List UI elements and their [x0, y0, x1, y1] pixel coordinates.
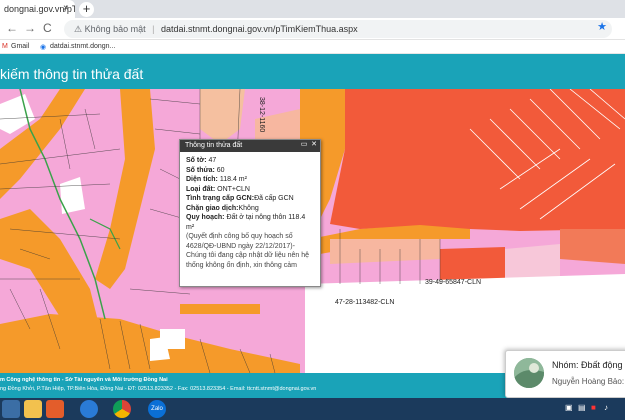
tray-icon[interactable]: ▣ — [565, 403, 573, 412]
parcel-label: 39-49-65847-CLN — [425, 279, 482, 286]
ie-icon[interactable] — [80, 400, 98, 418]
warning-icon: ⚠ — [74, 24, 83, 34]
info-row: Tình trạng cấp GCN:Đã cấp GCN — [186, 195, 294, 202]
address-bar: ← → C ⚠ Không bảo mật | datdai.stnmt.don… — [0, 18, 625, 40]
planning-note: (Quyết định công bố quy hoạch số 4628/QĐ… — [186, 233, 310, 269]
close-icon[interactable]: ✕ — [310, 141, 318, 149]
notification-sender: Nguyễn Hoàng Bảo: — [552, 377, 625, 386]
zalo-icon[interactable]: Zalo — [148, 400, 166, 418]
volume-icon[interactable]: ♪ — [604, 403, 608, 412]
notification-title: Nhóm: Ðbất động — [552, 360, 623, 370]
info-row: Quy hoạch: Đất ở tại nông thôn 118.4 m² — [186, 214, 306, 231]
chrome-icon[interactable] — [113, 400, 131, 418]
tray-icon[interactable]: ■ — [591, 403, 596, 412]
chat-notification[interactable]: Nhóm: Ðbất động Nguyễn Hoàng Bảo: — [505, 350, 625, 398]
new-tab-button[interactable]: + — [79, 2, 94, 17]
parcel-label: 38-12-1160 — [258, 97, 265, 133]
footer-contact: ng Đồng Khởi, P.Tân Hiệp, TP.Biên Hòa, Đ… — [0, 386, 317, 392]
popup-title: Thông tin thửa đất — [185, 142, 243, 149]
gmail-icon: M — [2, 43, 8, 50]
security-label: Không bảo mật — [84, 24, 146, 34]
popup-body: Số tờ: 47 Số thửa: 60 Diện tích: 118.4 m… — [180, 152, 320, 274]
page-title: kiếm thông tin thửa đất — [0, 66, 144, 82]
tray-icon[interactable]: ▤ — [578, 403, 586, 412]
bookmark-datdai[interactable]: datdai.stnmt.dongn... — [50, 43, 115, 50]
info-row: Số tờ: 47 — [186, 157, 217, 164]
minimize-icon[interactable]: ▭ — [300, 141, 308, 149]
forward-icon[interactable]: → — [24, 21, 36, 35]
parcel-label: 47-28-113482-CLN — [335, 299, 395, 306]
taskbar: Zalo ▣ ▤ ■ ♪ — [0, 398, 625, 420]
parcel-info-popup: Thông tin thửa đất ▭ ✕ Số tờ: 47 Số thửa… — [179, 139, 321, 287]
reload-icon[interactable]: C — [43, 21, 52, 35]
folder-icon[interactable] — [24, 400, 42, 418]
star-icon[interactable]: ★ — [597, 20, 607, 33]
bookmarks-bar: M Gmail ◉ datdai.stnmt.dongn... — [0, 40, 625, 54]
footer-org: m Công nghệ thông tin - Sở Tài nguyên và… — [0, 377, 168, 383]
page-header: kiếm thông tin thửa đất — [0, 54, 625, 89]
bookmark-gmail[interactable]: Gmail — [11, 43, 29, 50]
popup-title-bar: Thông tin thửa đất ▭ ✕ — [180, 140, 320, 152]
explorer-icon[interactable] — [2, 400, 20, 418]
divider: | — [152, 24, 155, 34]
url-text: datdai.stnmt.dongnai.gov.vn/pTimKiemThua… — [161, 24, 358, 34]
media-player-icon[interactable] — [46, 400, 64, 418]
browser-tab-bar: dongnai.gov.vn/pT × + — [0, 0, 625, 18]
info-row: Số thửa: 60 — [186, 166, 225, 174]
back-icon[interactable]: ← — [6, 21, 18, 35]
url-field[interactable]: ⚠ Không bảo mật | datdai.stnmt.dongnai.g… — [64, 20, 612, 38]
map-view[interactable]: 47-28-113482-CLN 39-49-65847-CLN 38-12-1… — [0, 89, 625, 373]
info-row: Chặn giao dịch:Không — [186, 204, 259, 212]
close-icon[interactable]: × — [63, 3, 69, 14]
info-row: Loại đất: ONT+CLN — [186, 185, 250, 193]
globe-icon: ◉ — [40, 44, 47, 51]
info-row: Diện tích: 118.4 m² — [186, 176, 247, 183]
avatar — [514, 358, 544, 388]
browser-tab[interactable]: dongnai.gov.vn/pT × — [0, 0, 75, 18]
